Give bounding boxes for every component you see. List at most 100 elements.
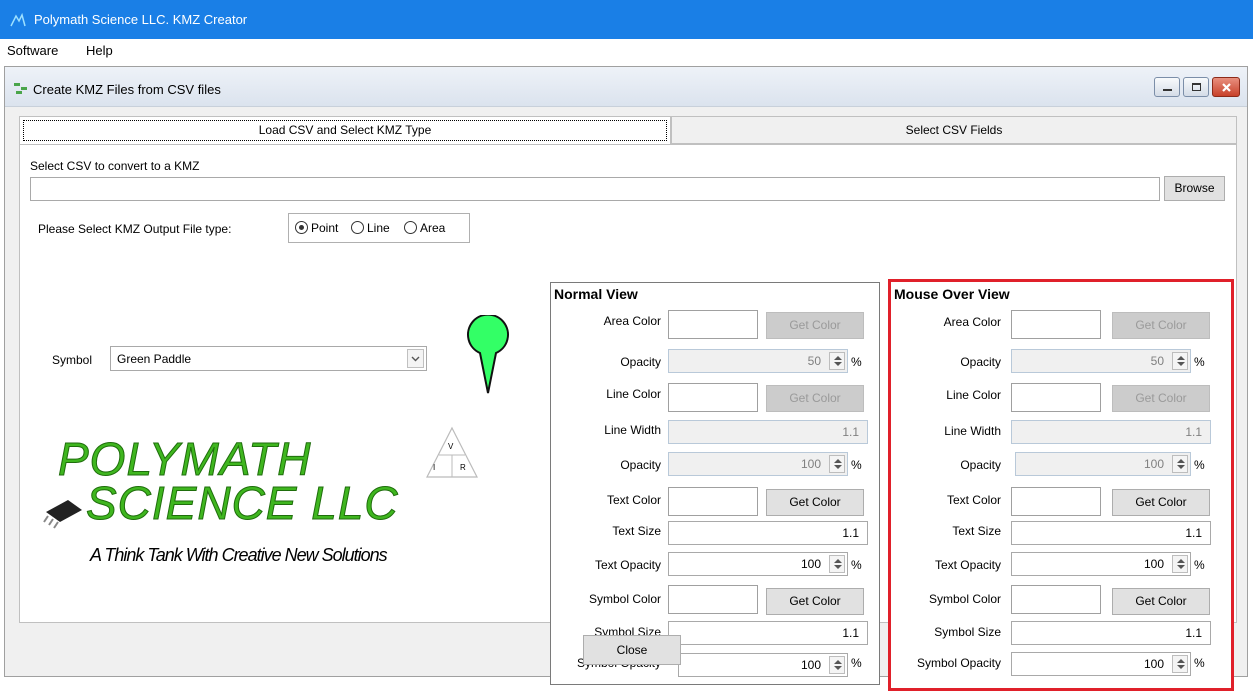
- nv-line-width-input[interactable]: 1.1: [668, 420, 868, 444]
- menu-bar: Software Help: [0, 39, 1253, 61]
- nv-text-opacity-label: Text Opacity: [594, 558, 661, 572]
- radio-point[interactable]: Point: [295, 221, 338, 241]
- mv-symbol-size-input[interactable]: 1.1: [1011, 621, 1211, 645]
- nv-line-width-label: Line Width: [604, 423, 661, 437]
- mv-line-opacity-input[interactable]: 100: [1015, 452, 1191, 476]
- mv-line-color-label: Line Color: [946, 388, 1001, 402]
- mv-area-opacity-label: Opacity: [960, 355, 1001, 369]
- nv-text-opacity-pct: %: [851, 558, 862, 572]
- mv-text-color-label: Text Color: [946, 493, 1001, 507]
- nv-area-opacity-label: Opacity: [620, 355, 661, 369]
- radio-area[interactable]: Area: [404, 221, 445, 241]
- tab-select-csv-fields[interactable]: Select CSV Fields: [671, 116, 1237, 144]
- tab-load-csv[interactable]: Load CSV and Select KMZ Type: [19, 116, 671, 145]
- radio-line-label: Line: [367, 221, 390, 235]
- nv-text-get-color-button[interactable]: Get Color: [766, 489, 864, 516]
- browse-button[interactable]: Browse: [1164, 176, 1225, 201]
- nv-text-size-label: Text Size: [612, 524, 661, 538]
- close-icon: [1222, 83, 1231, 92]
- nv-line-color-label: Line Color: [606, 387, 661, 401]
- child-titlebar: Create KMZ Files from CSV files: [5, 67, 1247, 107]
- close-window-button[interactable]: [1212, 77, 1240, 97]
- mv-symbol-opacity-pct: %: [1194, 656, 1205, 670]
- radio-area-indicator: [404, 221, 417, 234]
- mv-line-opacity-spinner[interactable]: [1172, 455, 1188, 473]
- mv-area-get-color-button[interactable]: Get Color: [1112, 312, 1210, 339]
- mv-symbol-opacity-value: 100: [1143, 657, 1164, 671]
- symbol-select-value: Green Paddle: [117, 352, 192, 366]
- nv-line-opacity-spinner[interactable]: [829, 455, 845, 473]
- nv-symbol-color-label: Symbol Color: [588, 592, 661, 606]
- mv-symbol-size-label: Symbol Size: [934, 625, 1001, 639]
- logo-triangle-r: R: [460, 463, 466, 472]
- menu-software[interactable]: Software: [7, 43, 58, 58]
- mv-text-opacity-input[interactable]: 100: [1011, 552, 1191, 576]
- mv-area-opacity-spinner[interactable]: [1172, 352, 1188, 370]
- normal-view-group: Normal View Area Color Get Color Opacity…: [550, 282, 880, 685]
- nv-text-opacity-input[interactable]: 100: [668, 552, 848, 576]
- csv-path-input[interactable]: [30, 177, 1160, 201]
- output-type-radio-group: Point Line Area: [288, 213, 470, 243]
- nv-text-opacity-spinner[interactable]: [829, 555, 845, 573]
- nv-area-color-swatch[interactable]: [668, 310, 758, 339]
- symbol-select[interactable]: Green Paddle: [110, 346, 427, 371]
- green-paddle-icon: [467, 315, 509, 394]
- nv-line-opacity-pct: %: [851, 458, 862, 472]
- logo-triangle-i: I: [433, 463, 436, 472]
- maximize-button[interactable]: [1183, 77, 1209, 97]
- nv-symbol-opacity-input[interactable]: 100: [678, 653, 848, 677]
- nv-area-color-label: Area Color: [603, 314, 661, 328]
- mv-area-color-swatch[interactable]: [1011, 310, 1101, 339]
- radio-line[interactable]: Line: [351, 221, 390, 241]
- mv-text-color-swatch[interactable]: [1011, 487, 1101, 516]
- mv-area-opacity-value: 50: [1150, 354, 1164, 368]
- app-titlebar: Polymath Science LLC. KMZ Creator: [0, 0, 1253, 39]
- nv-text-size-input[interactable]: 1.1: [668, 521, 868, 545]
- mv-line-get-color-button[interactable]: Get Color: [1112, 385, 1210, 412]
- radio-point-label: Point: [311, 221, 339, 235]
- csv-label: Select CSV to convert to a KMZ: [30, 159, 200, 173]
- mv-text-opacity-pct: %: [1194, 558, 1205, 572]
- mv-area-opacity-input[interactable]: 50: [1011, 349, 1191, 373]
- menu-help[interactable]: Help: [86, 43, 113, 58]
- app-title: Polymath Science LLC. KMZ Creator: [34, 12, 248, 27]
- mv-text-size-input[interactable]: 1.1: [1011, 521, 1211, 545]
- nv-symbol-opacity-spinner[interactable]: [829, 656, 845, 674]
- logo-tagline: A Think Tank With Creative New Solutions: [90, 545, 388, 565]
- mv-text-opacity-spinner[interactable]: [1172, 555, 1188, 573]
- mv-text-get-color-button[interactable]: Get Color: [1112, 489, 1210, 516]
- window-icon: [14, 83, 27, 94]
- minimize-button[interactable]: [1154, 77, 1180, 97]
- mv-symbol-opacity-spinner[interactable]: [1172, 655, 1188, 673]
- mv-line-color-swatch[interactable]: [1011, 383, 1101, 412]
- mv-text-size-label: Text Size: [952, 524, 1001, 538]
- nv-symbol-color-swatch[interactable]: [668, 585, 758, 614]
- close-button[interactable]: Close: [583, 635, 681, 665]
- mv-area-opacity-pct: %: [1194, 355, 1205, 369]
- mv-symbol-color-swatch[interactable]: [1011, 585, 1101, 614]
- nv-text-color-swatch[interactable]: [668, 487, 758, 516]
- nv-symbol-opacity-value: 100: [800, 658, 821, 672]
- nv-text-opacity-value: 100: [800, 557, 821, 571]
- logo-triangle-v: V: [448, 442, 454, 451]
- nv-symbol-get-color-button[interactable]: Get Color: [766, 588, 864, 615]
- nv-line-opacity-input[interactable]: 100: [668, 452, 848, 476]
- mv-text-opacity-label: Text Opacity: [934, 558, 1001, 572]
- radio-area-label: Area: [420, 221, 446, 235]
- nv-area-get-color-button[interactable]: Get Color: [766, 312, 864, 339]
- nv-area-opacity-spinner[interactable]: [829, 352, 845, 370]
- nv-symbol-size-input[interactable]: 1.1: [668, 621, 868, 645]
- nv-line-get-color-button[interactable]: Get Color: [766, 385, 864, 412]
- nv-area-opacity-input[interactable]: 50: [668, 349, 848, 373]
- chevron-down-icon[interactable]: [407, 349, 424, 368]
- tab-select-csv-fields-label: Select CSV Fields: [905, 123, 1003, 137]
- nv-area-opacity-pct: %: [851, 355, 862, 369]
- mv-symbol-opacity-input[interactable]: 100: [1011, 652, 1191, 676]
- mv-line-width-input[interactable]: 1.1: [1011, 420, 1211, 444]
- nv-area-opacity-value: 50: [807, 354, 821, 368]
- nv-line-color-swatch[interactable]: [668, 383, 758, 412]
- mv-symbol-get-color-button[interactable]: Get Color: [1112, 588, 1210, 615]
- radio-line-indicator: [351, 221, 364, 234]
- mv-line-opacity-label: Opacity: [960, 458, 1001, 472]
- tab-page: Select CSV to convert to a KMZ Browse Pl…: [19, 144, 1237, 691]
